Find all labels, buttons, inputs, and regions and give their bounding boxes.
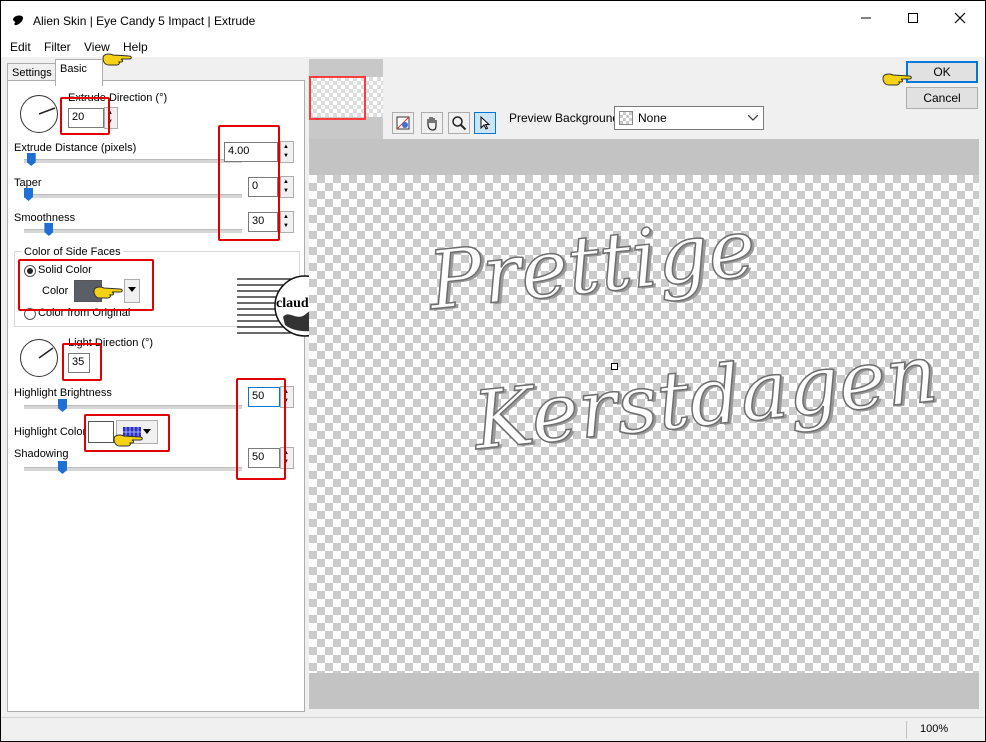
smoothness-track — [24, 229, 242, 233]
status-separator — [906, 721, 907, 739]
preview-background-label: Preview Background: — [509, 111, 623, 125]
preview-text-line1: Prettige — [423, 200, 760, 328]
extrude-distance-track — [24, 159, 242, 163]
menu-edit[interactable]: Edit — [10, 40, 31, 54]
annotation-box-distance-taper-smoothness — [218, 125, 280, 241]
window-title: Alien Skin | Eye Candy 5 Impact | Extrud… — [33, 14, 256, 28]
hand-icon — [427, 117, 437, 131]
preview-canvas[interactable]: Prettige Kerstdagen — [309, 175, 979, 673]
highlight-color-label: Highlight Color — [14, 426, 87, 438]
menu-filter[interactable]: Filter — [44, 40, 71, 54]
preview-text-line2: Kerstdagen — [468, 326, 942, 469]
arrow-cursor-icon — [480, 115, 491, 130]
smoothness-spinner[interactable]: ▲ ▼ — [280, 211, 294, 233]
dial-needle-icon — [38, 107, 56, 115]
transparent-swatch-icon — [619, 111, 633, 125]
alien-skin-logo-icon — [13, 15, 23, 26]
highlight-brightness-slider[interactable] — [58, 399, 67, 412]
magnifier-icon — [452, 116, 467, 131]
preview-background-select[interactable]: None — [614, 106, 764, 130]
close-icon — [954, 12, 966, 24]
annotation-box-solid-color — [18, 259, 154, 311]
cancel-button[interactable]: Cancel — [906, 87, 978, 109]
extrude-distance-label: Extrude Distance (pixels) — [14, 142, 137, 154]
taper-label: Taper — [14, 177, 42, 189]
annotation-box-highlight-color — [84, 414, 170, 452]
maximize-button[interactable] — [890, 1, 936, 37]
extrude-direction-dial[interactable] — [20, 95, 58, 133]
extrude-distance-spinner[interactable]: ▲ ▼ — [280, 141, 294, 163]
preview-area[interactable]: Prettige Kerstdagen — [309, 139, 979, 709]
chevron-down-icon — [748, 115, 758, 121]
shadowing-label: Shadowing — [14, 448, 69, 460]
extrude-distance-slider[interactable] — [26, 153, 36, 166]
light-direction-dial[interactable] — [20, 339, 58, 377]
annotation-box-light-direction — [62, 343, 102, 381]
toggle-preview-tool[interactable] — [392, 112, 414, 134]
menu-bar: Edit Filter View Help — [1, 37, 985, 57]
dialog-window: Alien Skin | Eye Candy 5 Impact | Extrud… — [0, 0, 986, 742]
select-tool[interactable] — [474, 112, 496, 134]
center-handle[interactable] — [611, 363, 618, 370]
ok-button[interactable]: OK — [906, 61, 978, 83]
pointing-hand-icon — [882, 73, 912, 86]
minimize-icon — [861, 17, 871, 19]
taper-spinner[interactable]: ▲ ▼ — [280, 176, 294, 198]
side-faces-group-label: Color of Side Faces — [22, 246, 123, 258]
shadowing-track — [24, 467, 242, 471]
navigator-viewport[interactable] — [309, 76, 366, 120]
basic-panel: Extrude Direction (°) 20 ▲ ▼ Extrude Dist… — [7, 80, 305, 712]
pan-tool[interactable] — [421, 112, 443, 134]
close-button[interactable] — [937, 1, 983, 37]
zoom-tool[interactable] — [448, 112, 470, 134]
zoom-level: 100% — [920, 723, 949, 735]
maximize-icon — [908, 13, 918, 23]
shadowing-slider[interactable] — [58, 461, 67, 474]
navigator-thumbnail[interactable] — [309, 59, 383, 139]
title-bar: Alien Skin | Eye Candy 5 Impact | Extrud… — [1, 1, 985, 37]
annotation-box-extrude-direction — [60, 97, 110, 135]
preview-background-value: None — [638, 111, 667, 125]
annotation-box-brightness-shadowing — [236, 378, 286, 480]
highlight-brightness-track — [24, 405, 242, 409]
taper-track — [24, 194, 242, 198]
minimize-button[interactable] — [843, 1, 889, 37]
tab-basic[interactable]: Basic — [55, 59, 103, 86]
taper-slider[interactable] — [24, 188, 33, 201]
smoothness-label: Smoothness — [14, 212, 76, 224]
status-bar: 100% — [1, 717, 985, 741]
pointing-hand-icon — [102, 53, 132, 66]
smoothness-slider[interactable] — [44, 223, 54, 236]
dial-needle-icon — [38, 347, 54, 359]
highlight-brightness-label: Highlight Brightness — [14, 387, 112, 399]
before-after-icon — [396, 116, 410, 130]
